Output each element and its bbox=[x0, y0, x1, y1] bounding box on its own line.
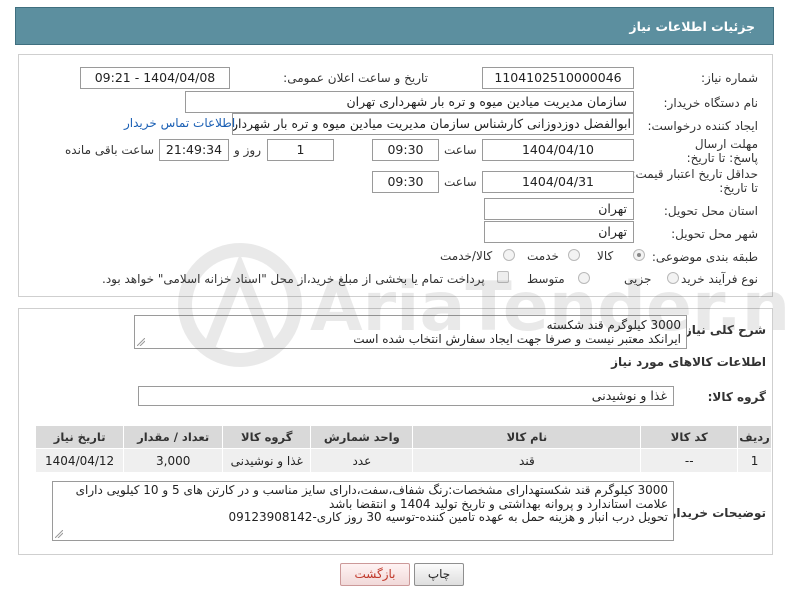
cell-group: غذا و نوشیدنی bbox=[222, 448, 312, 473]
process-radio-medium[interactable] bbox=[578, 272, 590, 284]
cell-date: 1404/04/12 bbox=[34, 448, 125, 473]
remaining-label: ساعت باقی مانده bbox=[65, 143, 155, 157]
deadline-time-label: ساعت bbox=[444, 143, 477, 157]
cell-quantity: 3,000 bbox=[123, 448, 224, 473]
province-field: تهران bbox=[484, 198, 634, 220]
cell-code: -- bbox=[640, 448, 739, 473]
days-field: 1 bbox=[267, 139, 334, 161]
buyer-notes-line-2: علامت استاندارد و پروانه بهداشتی و تاریخ… bbox=[328, 496, 668, 511]
province-label: استان محل تحویل: bbox=[663, 204, 758, 218]
resize-grip-icon[interactable] bbox=[137, 338, 145, 346]
announce-field: 1404/04/08 - 09:21 bbox=[80, 67, 230, 89]
col-group: گروه کالا bbox=[222, 425, 312, 449]
buyer-notes-line-1: 3000 کیلوگرم قند شکستهدارای مشخصات:رنگ ش… bbox=[75, 483, 668, 497]
deadline-date-field: 1404/04/10 bbox=[482, 139, 634, 161]
category-option-goods-service: کالا/خدمت bbox=[440, 249, 493, 263]
process-label: نوع فرآیند خرید : bbox=[673, 272, 758, 286]
category-radio-service[interactable] bbox=[568, 249, 580, 261]
page-title: جزئیات اطلاعات نیاز bbox=[629, 19, 755, 34]
deadline-time-field: 09:30 bbox=[372, 139, 439, 161]
cell-row: 1 bbox=[737, 448, 772, 473]
col-quantity: تعداد / مقدار bbox=[123, 425, 224, 449]
category-option-goods: کالا bbox=[597, 249, 614, 263]
treasury-checkbox[interactable] bbox=[497, 271, 509, 283]
description-textarea[interactable]: 3000 کیلوگرم قند شکسته ایرانکد معتبر نیس… bbox=[134, 315, 687, 349]
page-header: جزئیات اطلاعات نیاز bbox=[15, 7, 774, 45]
category-radio-goods[interactable] bbox=[633, 249, 645, 261]
category-option-service: خدمت bbox=[527, 249, 559, 263]
col-date: تاریخ نیاز bbox=[34, 425, 125, 449]
treasury-note: پرداخت تمام یا بخشی از مبلغ خرید،از محل … bbox=[102, 272, 485, 286]
requester-field: ابوالفضل دوزدوزانی کارشناس سازمان مدیریت… bbox=[232, 113, 634, 135]
deadline-label: مهلت ارسال پاسخ: تا تاریخ: bbox=[686, 137, 758, 165]
validity-date-field: 1404/04/31 bbox=[482, 171, 634, 193]
city-label: شهر محل تحویل: bbox=[671, 227, 758, 241]
table-header-row: ردیف کد کالا نام کالا واحد شمارش گروه کا… bbox=[34, 425, 772, 449]
buyer-notes-textarea[interactable]: 3000 کیلوگرم قند شکستهدارای مشخصات:رنگ ش… bbox=[52, 481, 674, 541]
goods-group-field: غذا و نوشیدنی bbox=[138, 386, 674, 406]
description-line-1: 3000 کیلوگرم قند شکسته bbox=[546, 318, 681, 332]
announce-label: تاریخ و ساعت اعلان عمومی: bbox=[283, 71, 428, 85]
goods-section-title: اطلاعات کالاهای مورد نیاز bbox=[611, 355, 766, 369]
cell-name: قند bbox=[412, 448, 642, 473]
col-row: ردیف bbox=[737, 425, 772, 449]
need-number-field: 1104102510000046 bbox=[482, 67, 634, 89]
buyer-notes-line-3: تحویل درب انبار و هزینه حمل به عهده تامی… bbox=[228, 510, 668, 524]
category-radio-goods-service[interactable] bbox=[503, 249, 515, 261]
col-code: کد کالا bbox=[640, 425, 739, 449]
category-label: طبقه بندی موضوعی: bbox=[651, 250, 758, 264]
col-unit: واحد شمارش bbox=[310, 425, 414, 449]
process-option-medium: متوسط bbox=[527, 272, 565, 286]
buyer-org-label: نام دستگاه خریدار: bbox=[663, 96, 759, 110]
cell-unit: عدد bbox=[310, 448, 414, 473]
validity-time-label: ساعت bbox=[444, 175, 477, 189]
print-button[interactable]: چاپ bbox=[414, 563, 464, 586]
resize-grip-icon[interactable] bbox=[55, 530, 63, 538]
process-option-minor: جزیی bbox=[624, 272, 652, 286]
days-label: روز و bbox=[234, 143, 261, 157]
back-button[interactable]: بازگشت bbox=[340, 563, 410, 586]
buyer-contact-link[interactable]: اطلاعات تماس خریدار bbox=[124, 116, 235, 130]
description-line-2: ایرانکد معتبر نیست و صرفا جهت ایجاد سفار… bbox=[353, 332, 681, 346]
need-number-label: شماره نیاز: bbox=[701, 71, 758, 85]
buyer-notes-label: توضیحات خریدار: bbox=[664, 506, 766, 520]
items-table: ردیف کد کالا نام کالا واحد شمارش گروه کا… bbox=[34, 425, 772, 473]
buyer-org-field: سازمان مدیریت میادین میوه و تره بار شهرد… bbox=[185, 91, 634, 113]
city-field: تهران bbox=[484, 221, 634, 243]
description-label: شرح کلی نیاز: bbox=[680, 323, 766, 337]
goods-group-label: گروه کالا: bbox=[707, 390, 766, 404]
validity-time-field: 09:30 bbox=[372, 171, 439, 193]
validity-label: حداقل تاریخ اعتبار قیمت: تا تاریخ: bbox=[631, 167, 758, 195]
process-radio-minor[interactable] bbox=[667, 272, 679, 284]
remaining-time-field: 21:49:34 bbox=[159, 139, 229, 161]
table-row[interactable]: 1 -- قند عدد غذا و نوشیدنی 3,000 1404/04… bbox=[34, 448, 772, 473]
col-name: نام کالا bbox=[412, 425, 642, 449]
requester-label: ایجاد کننده درخواست: bbox=[647, 119, 758, 133]
